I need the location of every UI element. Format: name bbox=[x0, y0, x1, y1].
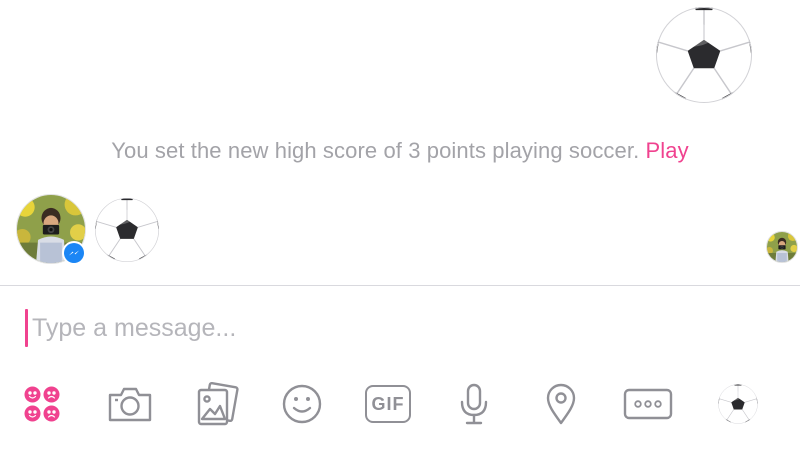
messenger-badge-icon bbox=[62, 241, 86, 265]
composer-divider bbox=[0, 285, 800, 286]
microphone-icon bbox=[460, 383, 488, 425]
games-button[interactable] bbox=[16, 378, 68, 430]
message-input[interactable] bbox=[32, 305, 712, 351]
gif-icon: GIF bbox=[365, 385, 411, 423]
location-pin-icon bbox=[546, 383, 576, 425]
gif-label: GIF bbox=[371, 393, 405, 414]
game-score-notice: You set the new high score of 3 points p… bbox=[0, 138, 800, 164]
voice-clip-button[interactable] bbox=[448, 378, 500, 430]
sent-soccer-ball-sticker[interactable] bbox=[650, 4, 758, 106]
gif-button[interactable]: GIF bbox=[362, 378, 414, 430]
location-button[interactable] bbox=[535, 378, 587, 430]
gallery-button[interactable] bbox=[191, 378, 243, 430]
read-receipt-avatar bbox=[766, 231, 798, 263]
camera-button[interactable] bbox=[104, 378, 156, 430]
conversation-area: You set the new high score of 3 points p… bbox=[0, 0, 800, 285]
soccer-ball-icon bbox=[717, 383, 759, 425]
received-soccer-ball-sticker[interactable] bbox=[92, 196, 162, 264]
camera-icon bbox=[108, 387, 152, 422]
more-icon bbox=[623, 388, 673, 420]
composer-toolbar: GIF bbox=[0, 378, 800, 432]
contact-avatar[interactable] bbox=[16, 194, 86, 265]
more-options-button[interactable] bbox=[621, 378, 675, 430]
game-score-text: You set the new high score of 3 points p… bbox=[111, 138, 640, 163]
emoji-button[interactable] bbox=[276, 378, 328, 430]
emoji-icon bbox=[282, 384, 322, 424]
text-caret bbox=[25, 309, 28, 347]
quick-reaction-button[interactable] bbox=[712, 378, 764, 430]
play-game-link[interactable]: Play bbox=[646, 138, 689, 163]
games-icon bbox=[24, 386, 60, 422]
message-composer[interactable] bbox=[22, 305, 722, 351]
gallery-icon bbox=[197, 382, 239, 426]
